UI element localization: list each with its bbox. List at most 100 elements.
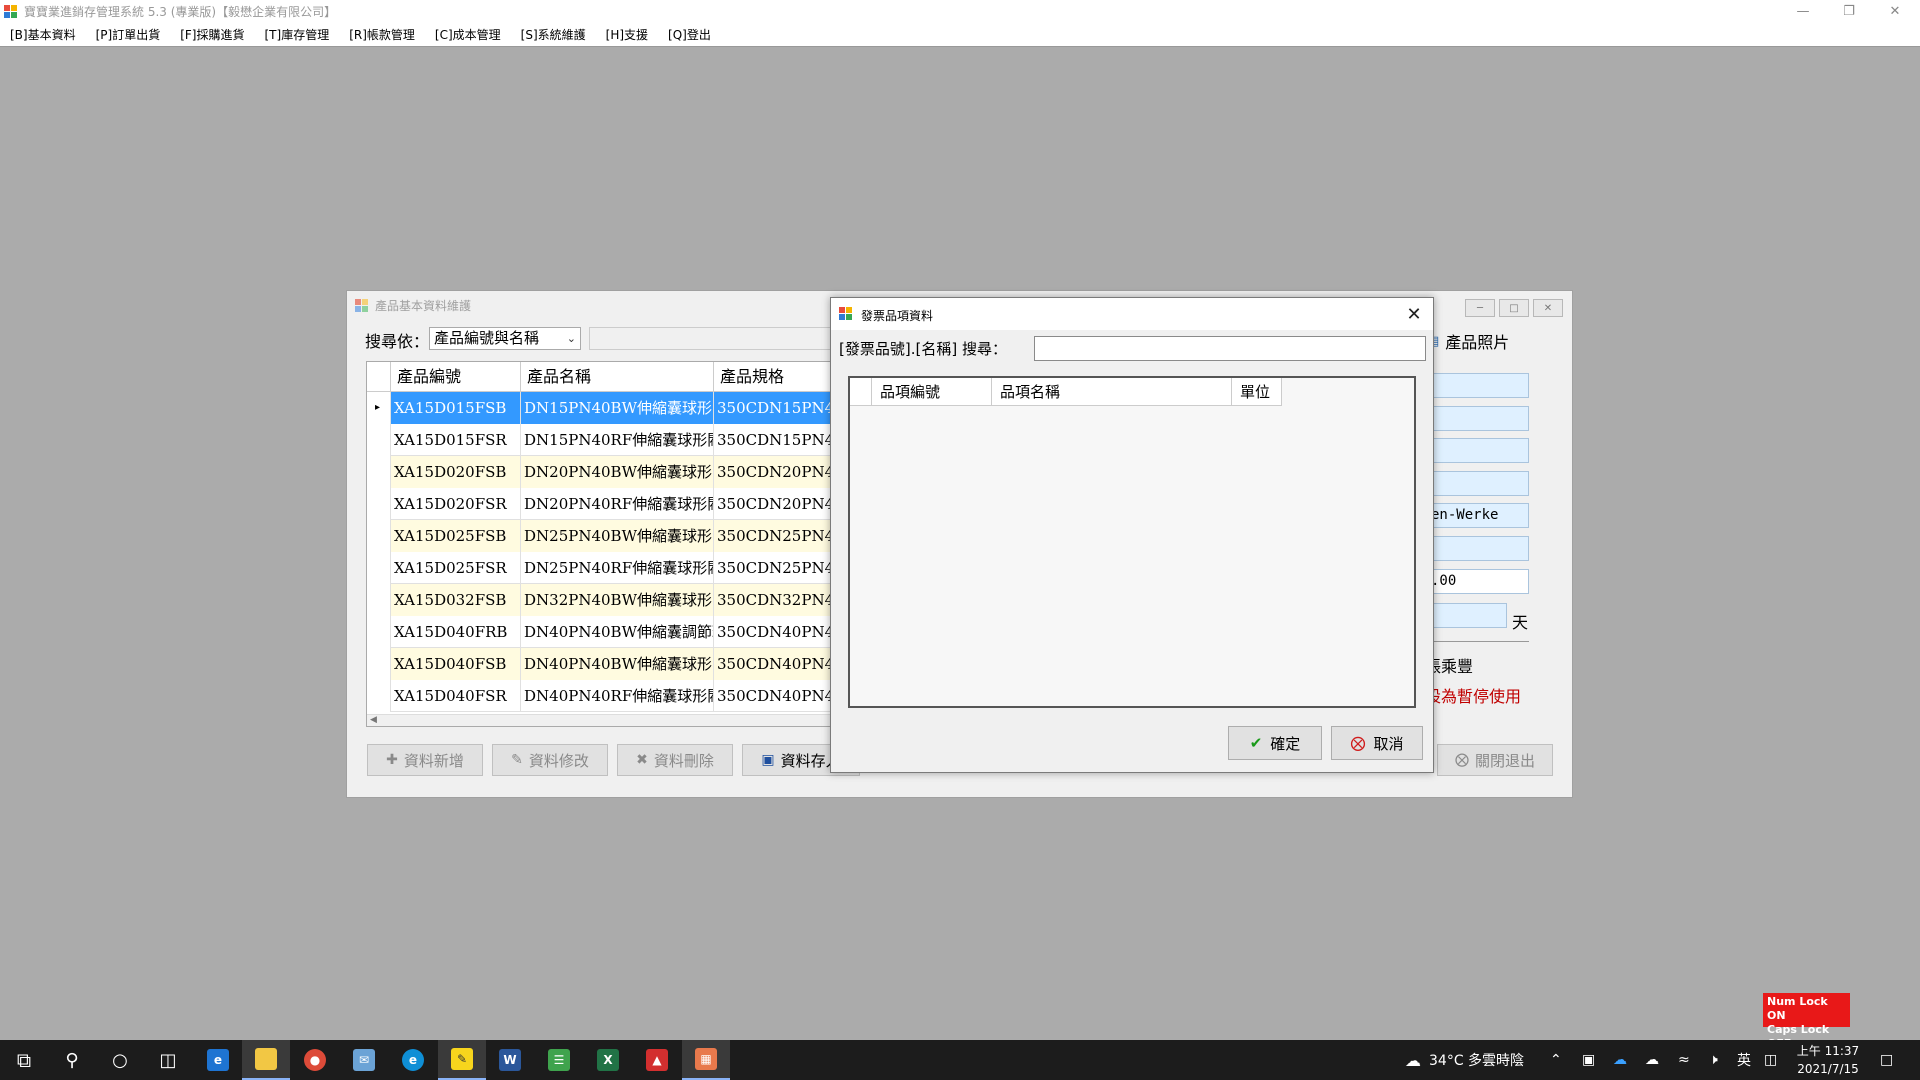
cell-product-spec[interactable]: 350CDN20PN40RF xyxy=(714,488,835,520)
cell-product-code[interactable]: XA15D040FSR xyxy=(391,680,521,712)
ime-mode-button[interactable]: ◫ xyxy=(1764,1040,1777,1080)
price-field[interactable]: .00 xyxy=(1427,569,1529,594)
cell-product-name[interactable]: DN40PN40BW伸縮囊球形閥 xyxy=(521,648,714,680)
taskbar-erp-app[interactable]: ▦ xyxy=(682,1040,730,1080)
column-header-product-code[interactable]: 產品編號 xyxy=(391,362,521,392)
cell-product-spec[interactable]: 350CDN15PN40BW xyxy=(714,392,835,424)
menu-accounts[interactable]: [R]帳款管理 xyxy=(349,26,415,43)
dialog-search-input[interactable] xyxy=(1034,336,1426,361)
mdi-maximize-button[interactable]: □ xyxy=(1499,299,1529,317)
table-row[interactable]: XA15D040FRB DN40PN40BW伸縮囊調節球形閥 350CDN40P… xyxy=(367,616,835,648)
cell-product-spec[interactable]: 350CDN25PN40BW xyxy=(714,520,835,552)
column-header-item-code[interactable]: 品項編號 xyxy=(872,378,992,406)
table-row[interactable]: XA15D025FSB DN25PN40BW伸縮囊球形閥 350CDN25PN4… xyxy=(367,520,835,552)
menu-basic-data[interactable]: [B]基本資料 xyxy=(10,26,76,43)
column-header-product-spec[interactable]: 產品規格 xyxy=(714,362,835,392)
cell-product-spec[interactable]: 350CDN40PN40BW xyxy=(714,648,835,680)
system-clock[interactable]: 上午 11:37 2021/7/15 xyxy=(1790,1042,1866,1078)
cell-product-name[interactable]: DN20PN40BW伸縮囊球形閥 xyxy=(521,456,714,488)
detail-field-1[interactable] xyxy=(1427,373,1529,398)
cell-product-code[interactable]: XA15D020FSB xyxy=(391,456,521,488)
row-selector[interactable] xyxy=(367,680,391,712)
manufacturer-field[interactable]: en-Werke xyxy=(1427,503,1529,528)
menu-inventory[interactable]: [T]庫存管理 xyxy=(265,26,330,43)
start-button[interactable]: ⧉ xyxy=(0,1040,48,1080)
network-button[interactable]: ≈ xyxy=(1678,1040,1690,1080)
taskbar-edge[interactable]: e xyxy=(389,1040,437,1080)
minimize-button[interactable]: — xyxy=(1780,0,1826,23)
table-row[interactable]: ▸ XA15D015FSB DN15PN40BW伸縮囊球形閥 350CDN15P… xyxy=(367,392,835,424)
cell-product-code[interactable]: XA15D040FRB xyxy=(391,616,521,648)
product-photo-tab[interactable]: ▤ 產品照片 xyxy=(1427,328,1542,354)
taskbar-stack-app[interactable]: ☰ xyxy=(535,1040,583,1080)
cancel-button[interactable]: ⨂ 取消 xyxy=(1331,726,1423,760)
restore-button[interactable]: ❐ xyxy=(1826,0,1872,23)
cell-product-code[interactable]: XA15D025FSR xyxy=(391,552,521,584)
row-selector[interactable] xyxy=(367,584,391,616)
taskbar-word[interactable]: W xyxy=(486,1040,534,1080)
row-selector[interactable] xyxy=(367,616,391,648)
cell-product-name[interactable]: DN40PN40BW伸縮囊調節球形閥 xyxy=(521,616,714,648)
close-app-button[interactable]: ✕ xyxy=(1872,0,1918,23)
delete-record-button[interactable]: ✖ 資料刪除 xyxy=(617,744,733,776)
cell-product-spec[interactable]: 350CDN32PN40BW xyxy=(714,584,835,616)
taskbar-pdf[interactable]: ▲ xyxy=(633,1040,681,1080)
row-selector[interactable]: ▸ xyxy=(367,392,391,424)
menu-purchasing[interactable]: [F]採購進貨 xyxy=(180,26,244,43)
dialog-close-icon[interactable]: ✕ xyxy=(1399,300,1429,328)
row-selector[interactable] xyxy=(367,456,391,488)
table-row[interactable]: XA15D020FSB DN20PN40BW伸縮囊球形閥 350CDN20PN4… xyxy=(367,456,835,488)
mdi-close-button[interactable]: ✕ xyxy=(1533,299,1563,317)
table-row[interactable]: XA15D040FSR DN40PN40RF伸縮囊球形閥 350CDN40PN4… xyxy=(367,680,835,712)
menu-orders-shipping[interactable]: [P]訂單出貨 xyxy=(96,26,161,43)
cell-product-name[interactable]: DN15PN40RF伸縮囊球形閥 xyxy=(521,424,714,456)
column-header-item-name[interactable]: 品項名稱 xyxy=(992,378,1232,406)
cell-product-spec[interactable]: 350CDN40PN40BW xyxy=(714,616,835,648)
taskbar-chrome[interactable]: ● xyxy=(291,1040,339,1080)
row-selector[interactable] xyxy=(367,552,391,584)
detail-field-6[interactable] xyxy=(1427,536,1529,561)
table-row[interactable]: XA15D040FSB DN40PN40BW伸縮囊球形閥 350CDN40PN4… xyxy=(367,648,835,680)
cell-product-spec[interactable]: 350CDN40PN40RF xyxy=(714,680,835,712)
row-selector[interactable] xyxy=(367,648,391,680)
column-header-unit[interactable]: 單位 xyxy=(1232,378,1282,406)
cell-product-spec[interactable]: 350CDN20PN40BW xyxy=(714,456,835,488)
scroll-left-icon[interactable]: ◀ xyxy=(370,715,377,725)
cell-product-spec[interactable]: 350CDN15PN40RF xyxy=(714,424,835,456)
detail-field-3[interactable] xyxy=(1427,438,1529,463)
search-by-select[interactable]: 產品編號與名稱 ⌄ xyxy=(429,327,581,350)
cell-product-spec[interactable]: 350CDN25PN40RF xyxy=(714,552,835,584)
row-selector[interactable] xyxy=(367,424,391,456)
cell-product-name[interactable]: DN15PN40BW伸縮囊球形閥 xyxy=(521,392,714,424)
taskbar-excel[interactable]: X xyxy=(584,1040,632,1080)
product-search-input[interactable] xyxy=(589,327,849,350)
search-button[interactable]: ⚲ xyxy=(48,1040,96,1080)
add-record-button[interactable]: ✚ 資料新增 xyxy=(367,744,483,776)
cell-product-name[interactable]: DN25PN40RF伸縮囊球形閥 xyxy=(521,552,714,584)
suspend-use-checkbox-label[interactable]: 設為暫停使用 xyxy=(1425,683,1521,707)
grid-horizontal-scrollbar[interactable]: ◀ xyxy=(367,714,835,726)
weather-widget[interactable]: ☁ 34°C 多雲時陰 xyxy=(1405,1040,1524,1080)
taskbar-sticky-notes[interactable]: ✎ xyxy=(438,1040,486,1080)
cell-product-code[interactable]: XA15D032FSB xyxy=(391,584,521,616)
cell-product-code[interactable]: XA15D015FSB xyxy=(391,392,521,424)
table-row[interactable]: XA15D015FSR DN15PN40RF伸縮囊球形閥 350CDN15PN4… xyxy=(367,424,835,456)
cell-product-name[interactable]: DN32PN40BW伸縮囊球形閥 xyxy=(521,584,714,616)
onedrive-personal-button[interactable]: ☁ xyxy=(1645,1040,1659,1080)
cell-product-code[interactable]: XA15D040FSB xyxy=(391,648,521,680)
cell-product-code[interactable]: XA15D020FSR xyxy=(391,488,521,520)
detail-field-4[interactable] xyxy=(1427,471,1529,496)
mdi-minimize-button[interactable]: ─ xyxy=(1465,299,1495,317)
column-header-product-name[interactable]: 產品名稱 xyxy=(521,362,714,392)
task-view-button[interactable]: ◫ xyxy=(144,1040,192,1080)
close-exit-button[interactable]: ⨂ 關閉退出 xyxy=(1437,744,1553,776)
menu-system[interactable]: [S]系統維護 xyxy=(521,26,586,43)
cell-product-code[interactable]: XA15D015FSR xyxy=(391,424,521,456)
table-row[interactable]: XA15D032FSB DN32PN40BW伸縮囊球形閥 350CDN32PN4… xyxy=(367,584,835,616)
cell-product-code[interactable]: XA15D025FSB xyxy=(391,520,521,552)
taskbar-file-explorer[interactable] xyxy=(242,1040,290,1080)
cell-product-name[interactable]: DN40PN40RF伸縮囊球形閥 xyxy=(521,680,714,712)
confirm-button[interactable]: ✔ 確定 xyxy=(1228,726,1322,760)
cell-product-name[interactable]: DN25PN40BW伸縮囊球形閥 xyxy=(521,520,714,552)
ime-indicator[interactable]: 英 xyxy=(1737,1040,1751,1080)
